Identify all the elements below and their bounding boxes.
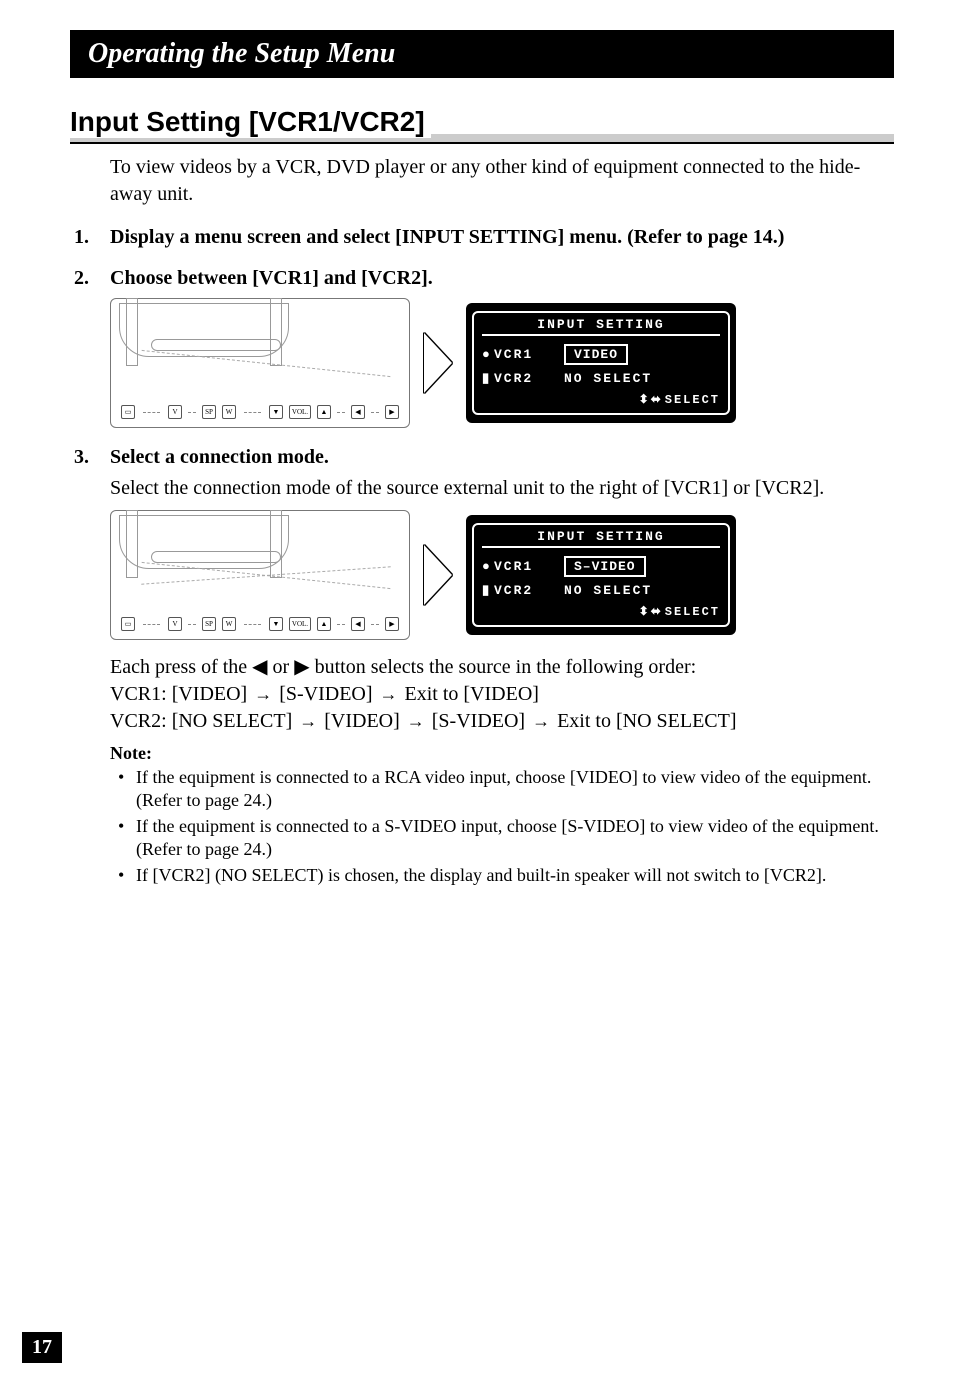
section-heading-text: Input Setting [VCR1/VCR2] <box>70 106 431 138</box>
remote-button-w: W <box>222 617 236 631</box>
osd-value-video: VIDEO <box>564 344 628 365</box>
page-number: 17 <box>22 1332 62 1363</box>
remote-control-diagram: ▭ V SP W ▼ VOL. ▲ ◀ ▶ <box>110 298 410 428</box>
order-vcr2-line: VCR2: [NO SELECT] → [VIDEO] → [S-VIDEO] … <box>110 708 880 735</box>
section-heading: Input Setting [VCR1/VCR2] <box>70 106 894 144</box>
marker-circle-icon: ● <box>482 347 494 362</box>
arrow-right-icon: → <box>254 684 272 704</box>
order-intro: Each press of the ◀ or ▶ button selects … <box>110 654 880 681</box>
remote-button-sp: SP <box>202 617 216 631</box>
step-1-text: Display a menu screen and select [INPUT … <box>110 226 880 249</box>
arrow-right-icon: → <box>380 684 398 704</box>
osd-value-noselect: NO SELECT <box>564 583 652 598</box>
remote-button-w: W <box>222 405 236 419</box>
step-1-number: 1. <box>74 226 110 249</box>
marker-bar-icon: ▮ <box>482 583 494 598</box>
order-vcr2-c: [S-VIDEO] <box>432 710 525 732</box>
osd-panel-2: INPUT SETTING ● VCR1 S–VIDEO ▮ VCR2 NO S… <box>466 515 736 635</box>
step-1: 1. Display a menu screen and select [INP… <box>74 226 880 249</box>
osd-label-vcr2: VCR2 <box>494 371 564 386</box>
step-3: 3. Select a connection mode. <box>74 446 880 469</box>
remote-button-up-icon: ▲ <box>317 405 331 419</box>
intro-text: To view videos by a VCR, DVD player or a… <box>110 154 880 208</box>
order-vcr2-b: [VIDEO] <box>324 710 400 732</box>
osd-label-vcr1: VCR1 <box>494 347 564 362</box>
osd-panel-1: INPUT SETTING ● VCR1 VIDEO ▮ VCR2 NO SEL… <box>466 303 736 423</box>
marker-circle-icon: ● <box>482 559 494 574</box>
remote-button-v: V <box>168 617 182 631</box>
step-3-text: Select a connection mode. <box>110 446 880 469</box>
osd-label-vcr2: VCR2 <box>494 583 564 598</box>
order-vcr2-label: VCR2: <box>110 710 172 732</box>
remote-button-menu-icon: ▭ <box>121 617 135 631</box>
order-vcr1-line: VCR1: [VIDEO] → [S-VIDEO] → Exit to [VID… <box>110 681 880 708</box>
osd-title: INPUT SETTING <box>482 317 720 336</box>
note-3: If [VCR2] (NO SELECT) is chosen, the dis… <box>126 864 880 887</box>
chapter-title-bar: Operating the Setup Menu <box>70 30 894 78</box>
remote-button-down-icon: ▼ <box>269 405 283 419</box>
figure-row-1: ▭ V SP W ▼ VOL. ▲ ◀ ▶ INPUT SETTING ● VC… <box>110 298 880 428</box>
order-vcr2-a: [NO SELECT] <box>172 710 293 732</box>
osd-footer: ⬍⬌SELECT <box>482 604 720 619</box>
step-2-text: Choose between [VCR1] and [VCR2]. <box>110 267 880 290</box>
remote-button-vol: VOL. <box>289 617 311 631</box>
arrow-right-icon <box>424 545 452 605</box>
osd-value-svideo: S–VIDEO <box>564 556 646 577</box>
osd-row-vcr1: ● VCR1 S–VIDEO <box>482 556 720 577</box>
arrow-right-icon <box>424 333 452 393</box>
arrow-right-icon: → <box>299 711 317 731</box>
osd-footer-text: SELECT <box>665 605 720 619</box>
step-2: 2. Choose between [VCR1] and [VCR2]. <box>74 267 880 290</box>
note-1: If the equipment is connected to a RCA v… <box>126 766 880 813</box>
remote-button-left-icon: ◀ <box>351 405 365 419</box>
order-vcr1-c: Exit to [VIDEO] <box>405 683 539 705</box>
osd-row-vcr2: ▮ VCR2 NO SELECT <box>482 371 720 386</box>
osd-title: INPUT SETTING <box>482 529 720 548</box>
note-heading: Note: <box>110 743 880 764</box>
step-2-number: 2. <box>74 267 110 290</box>
remote-button-down-icon: ▼ <box>269 617 283 631</box>
osd-value-noselect: NO SELECT <box>564 371 652 386</box>
step-3-number: 3. <box>74 446 110 469</box>
osd-label-vcr1: VCR1 <box>494 559 564 574</box>
note-2: If the equipment is connected to a S-VID… <box>126 815 880 862</box>
remote-button-vol: VOL. <box>289 405 311 419</box>
marker-bar-icon: ▮ <box>482 371 494 386</box>
remote-control-diagram: ▭ V SP W ▼ VOL. ▲ ◀ ▶ <box>110 510 410 640</box>
arrows-updown-icon: ⬍⬌ <box>639 605 663 619</box>
arrow-right-icon: → <box>532 711 550 731</box>
figure-row-2: ▭ V SP W ▼ VOL. ▲ ◀ ▶ INPUT SETTING ● VC… <box>110 510 880 640</box>
remote-button-menu-icon: ▭ <box>121 405 135 419</box>
remote-button-right-icon: ▶ <box>385 405 399 419</box>
osd-row-vcr1: ● VCR1 VIDEO <box>482 344 720 365</box>
remote-button-right-icon: ▶ <box>385 617 399 631</box>
arrow-right-icon: → <box>407 711 425 731</box>
remote-button-v: V <box>168 405 182 419</box>
arrows-updown-icon: ⬍⬌ <box>639 393 663 407</box>
osd-footer: ⬍⬌SELECT <box>482 392 720 407</box>
order-vcr1-label: VCR1: <box>110 683 172 705</box>
remote-button-left-icon: ◀ <box>351 617 365 631</box>
osd-row-vcr2: ▮ VCR2 NO SELECT <box>482 583 720 598</box>
note-list: If the equipment is connected to a RCA v… <box>110 766 880 887</box>
remote-button-sp: SP <box>202 405 216 419</box>
osd-footer-text: SELECT <box>665 393 720 407</box>
order-vcr1-a: [VIDEO] <box>172 683 248 705</box>
remote-button-up-icon: ▲ <box>317 617 331 631</box>
order-vcr1-b: [S-VIDEO] <box>279 683 372 705</box>
chapter-title: Operating the Setup Menu <box>88 38 395 69</box>
step-3-sub: Select the connection mode of the source… <box>110 475 880 502</box>
order-description: Each press of the ◀ or ▶ button selects … <box>110 654 880 735</box>
order-vcr2-d: Exit to [NO SELECT] <box>557 710 736 732</box>
